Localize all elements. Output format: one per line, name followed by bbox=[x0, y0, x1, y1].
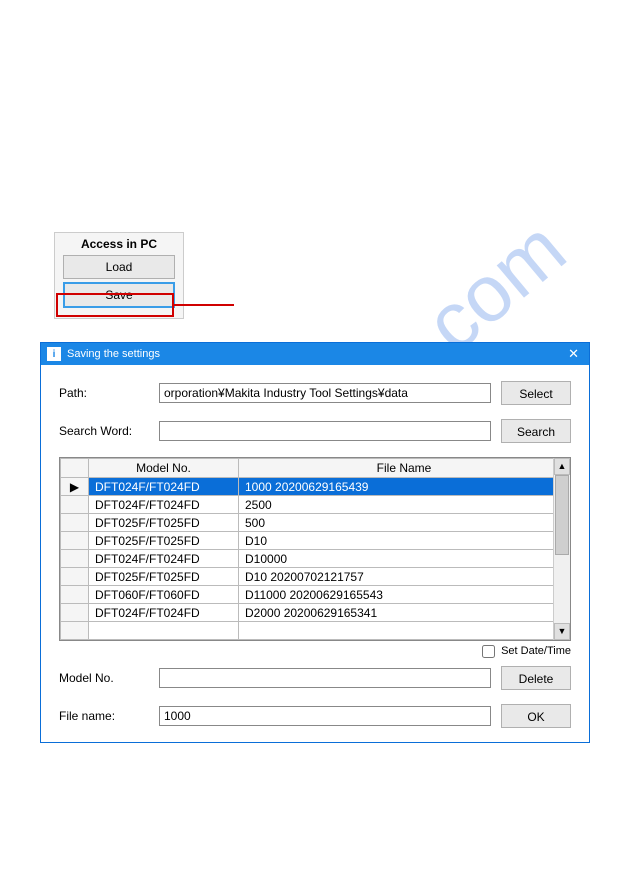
save-button[interactable]: Save bbox=[63, 282, 175, 308]
searchword-label: Search Word: bbox=[59, 424, 159, 438]
callout-line bbox=[174, 304, 234, 306]
row-indicator bbox=[61, 586, 89, 604]
cell-filename: 1000 20200629165439 bbox=[239, 478, 570, 496]
grid-header-model[interactable]: Model No. bbox=[89, 459, 239, 478]
dialog-title: Saving the settings bbox=[67, 348, 160, 360]
modelno-input[interactable] bbox=[159, 668, 491, 688]
cell-model: DFT024F/FT024FD bbox=[89, 478, 239, 496]
setdatetime-checkbox-label[interactable]: Set Date/Time bbox=[482, 645, 571, 657]
cell-model: DFT024F/FT024FD bbox=[89, 550, 239, 568]
filename-label: File name: bbox=[59, 709, 159, 723]
setdatetime-checkbox[interactable] bbox=[482, 645, 495, 658]
select-button[interactable]: Select bbox=[501, 381, 571, 405]
table-row[interactable]: DFT025F/FT025FDD10 bbox=[61, 532, 570, 550]
dialog-titlebar: i Saving the settings ✕ bbox=[41, 343, 589, 365]
search-button[interactable]: Search bbox=[501, 419, 571, 443]
cell-model: DFT024F/FT024FD bbox=[89, 604, 239, 622]
row-indicator bbox=[61, 532, 89, 550]
cell-filename: D10 bbox=[239, 532, 570, 550]
table-row[interactable]: DFT024F/FT024FDD10000 bbox=[61, 550, 570, 568]
delete-button[interactable]: Delete bbox=[501, 666, 571, 690]
table-row[interactable]: DFT024F/FT024FD2500 bbox=[61, 496, 570, 514]
access-panel: Access in PC Load Save bbox=[54, 232, 184, 319]
path-input[interactable] bbox=[159, 383, 491, 403]
path-label: Path: bbox=[59, 386, 159, 400]
row-indicator bbox=[61, 550, 89, 568]
table-row[interactable]: DFT024F/FT024FDD2000 20200629165341 bbox=[61, 604, 570, 622]
table-row[interactable]: DFT025F/FT025FDD10 20200702121757 bbox=[61, 568, 570, 586]
cell-filename: D11000 20200629165543 bbox=[239, 586, 570, 604]
cell-filename: 500 bbox=[239, 514, 570, 532]
load-button[interactable]: Load bbox=[63, 255, 175, 279]
scroll-thumb[interactable] bbox=[555, 475, 569, 555]
save-settings-dialog: i Saving the settings ✕ Path: Select Sea… bbox=[40, 342, 590, 743]
row-indicator bbox=[61, 496, 89, 514]
scroll-down-icon[interactable]: ▼ bbox=[554, 623, 570, 640]
ok-button[interactable]: OK bbox=[501, 704, 571, 728]
table-row[interactable]: ▶DFT024F/FT024FD1000 20200629165439 bbox=[61, 478, 570, 496]
cell-filename: D10000 bbox=[239, 550, 570, 568]
table-row[interactable]: DFT060F/FT060FDD11000 20200629165543 bbox=[61, 586, 570, 604]
grid-scrollbar[interactable]: ▲ ▼ bbox=[553, 458, 570, 640]
cell-model: DFT025F/FT025FD bbox=[89, 532, 239, 550]
file-grid[interactable]: Model No. File Name ▶DFT024F/FT024FD1000… bbox=[59, 457, 571, 641]
cell-filename: D2000 20200629165341 bbox=[239, 604, 570, 622]
table-row[interactable] bbox=[61, 622, 570, 640]
row-indicator bbox=[61, 568, 89, 586]
row-indicator bbox=[61, 604, 89, 622]
row-indicator bbox=[61, 514, 89, 532]
cell-model: DFT024F/FT024FD bbox=[89, 496, 239, 514]
modelno-label: Model No. bbox=[59, 671, 159, 685]
app-icon: i bbox=[47, 347, 61, 361]
search-input[interactable] bbox=[159, 421, 491, 441]
cell-filename: D10 20200702121757 bbox=[239, 568, 570, 586]
cell-model: DFT060F/FT060FD bbox=[89, 586, 239, 604]
access-panel-title: Access in PC bbox=[63, 237, 175, 251]
cell-model: DFT025F/FT025FD bbox=[89, 514, 239, 532]
table-row[interactable]: DFT025F/FT025FD500 bbox=[61, 514, 570, 532]
filename-input[interactable] bbox=[159, 706, 491, 726]
row-indicator: ▶ bbox=[61, 478, 89, 496]
close-icon[interactable]: ✕ bbox=[562, 346, 585, 362]
cell-model: DFT025F/FT025FD bbox=[89, 568, 239, 586]
scroll-up-icon[interactable]: ▲ bbox=[554, 458, 570, 475]
grid-corner bbox=[61, 459, 89, 478]
grid-header-filename[interactable]: File Name bbox=[239, 459, 570, 478]
cell-filename: 2500 bbox=[239, 496, 570, 514]
